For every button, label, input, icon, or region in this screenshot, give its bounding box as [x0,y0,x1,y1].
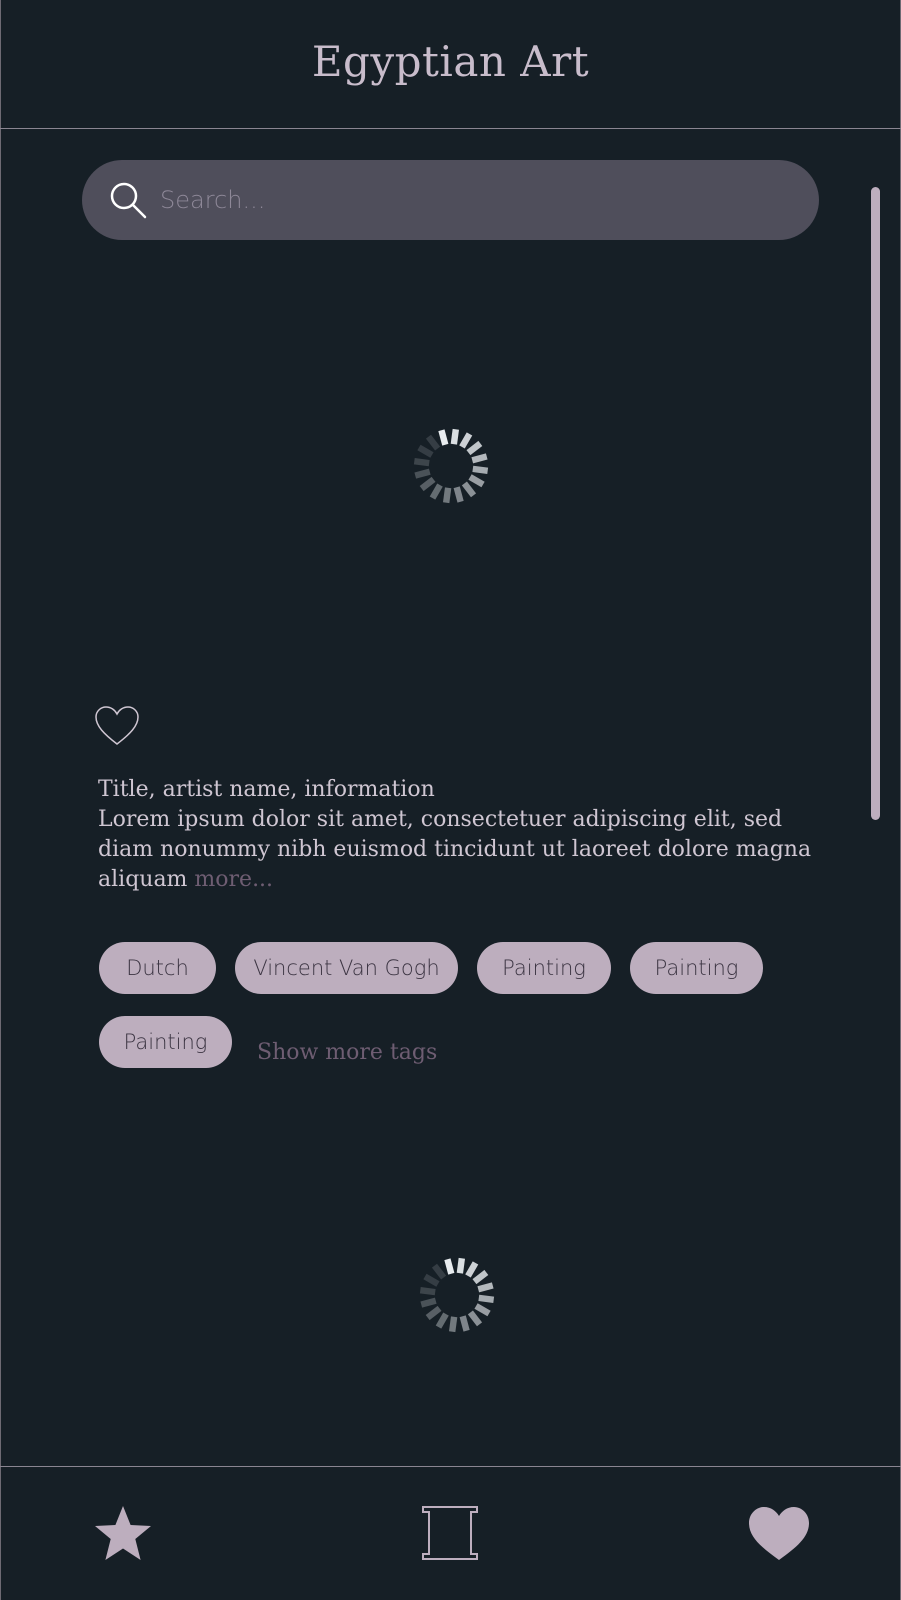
spinner-segment [425,1305,442,1321]
spinner-segment [414,468,431,479]
spinner-segment [478,1294,495,1304]
spinner-segment [466,440,483,456]
show-more-tags-link[interactable]: Show more tags [257,1040,437,1065]
spinner-segment [450,428,460,445]
spinner-segment [472,1269,489,1285]
spinner-segment [459,1315,470,1332]
spinner-segment [467,1310,483,1327]
loading-spinner-icon [413,428,489,504]
spinner-segment [419,476,436,492]
spinner-segment [413,457,430,467]
tag-chip[interactable]: Painting [630,942,763,994]
spinner-segment [431,1263,447,1280]
loading-spinner-icon [419,1257,495,1333]
spinner-segment [420,1297,437,1308]
spinner-segment [456,1257,466,1274]
tag-chip[interactable]: Vincent Van Gogh [235,942,458,994]
bottom-nav [0,1466,901,1600]
spinner-segment [477,1282,494,1293]
tag-chip[interactable]: Painting [99,1016,232,1068]
spinner-segment [472,465,489,475]
artwork-caption-body-wrap: Lorem ipsum dolor sit amet, consectetuer… [98,805,818,895]
more-link[interactable]: more... [194,867,273,892]
spinner-segment [442,487,452,504]
search-input[interactable] [160,160,780,240]
tag-chip[interactable]: Painting [477,942,611,994]
page-title: Egyptian Art [311,36,590,86]
tag-chip[interactable]: Dutch [99,942,216,994]
heart-icon[interactable] [748,1506,810,1562]
frame-icon[interactable] [422,1506,478,1560]
spinner-segment [438,429,449,446]
spinner-segment [423,1273,440,1287]
spinner-segment [417,444,434,458]
star-icon[interactable] [92,1504,154,1562]
spinner-segment [461,481,477,498]
spinner-segment [435,1312,449,1329]
spinner-segment [425,434,441,451]
spinner-segment [429,483,443,500]
search-bar[interactable] [82,160,819,240]
search-icon [110,182,147,219]
spinner-segment [468,474,485,488]
scrollbar[interactable] [871,187,880,820]
spinner-segment [459,432,473,449]
spinner-segment [465,1261,479,1278]
spinner-segment [471,453,488,464]
spinner-segment [448,1316,458,1333]
spinner-segment [474,1303,491,1317]
artwork-caption-title: Title, artist name, information [98,777,435,802]
header: Egyptian Art [0,0,901,129]
spinner-segment [444,1258,455,1275]
favorite-heart-icon[interactable] [94,705,140,747]
spinner-segment [453,486,464,503]
spinner-segment [419,1286,436,1296]
artwork-description: Title, artist name, information Lorem ip… [98,775,818,895]
